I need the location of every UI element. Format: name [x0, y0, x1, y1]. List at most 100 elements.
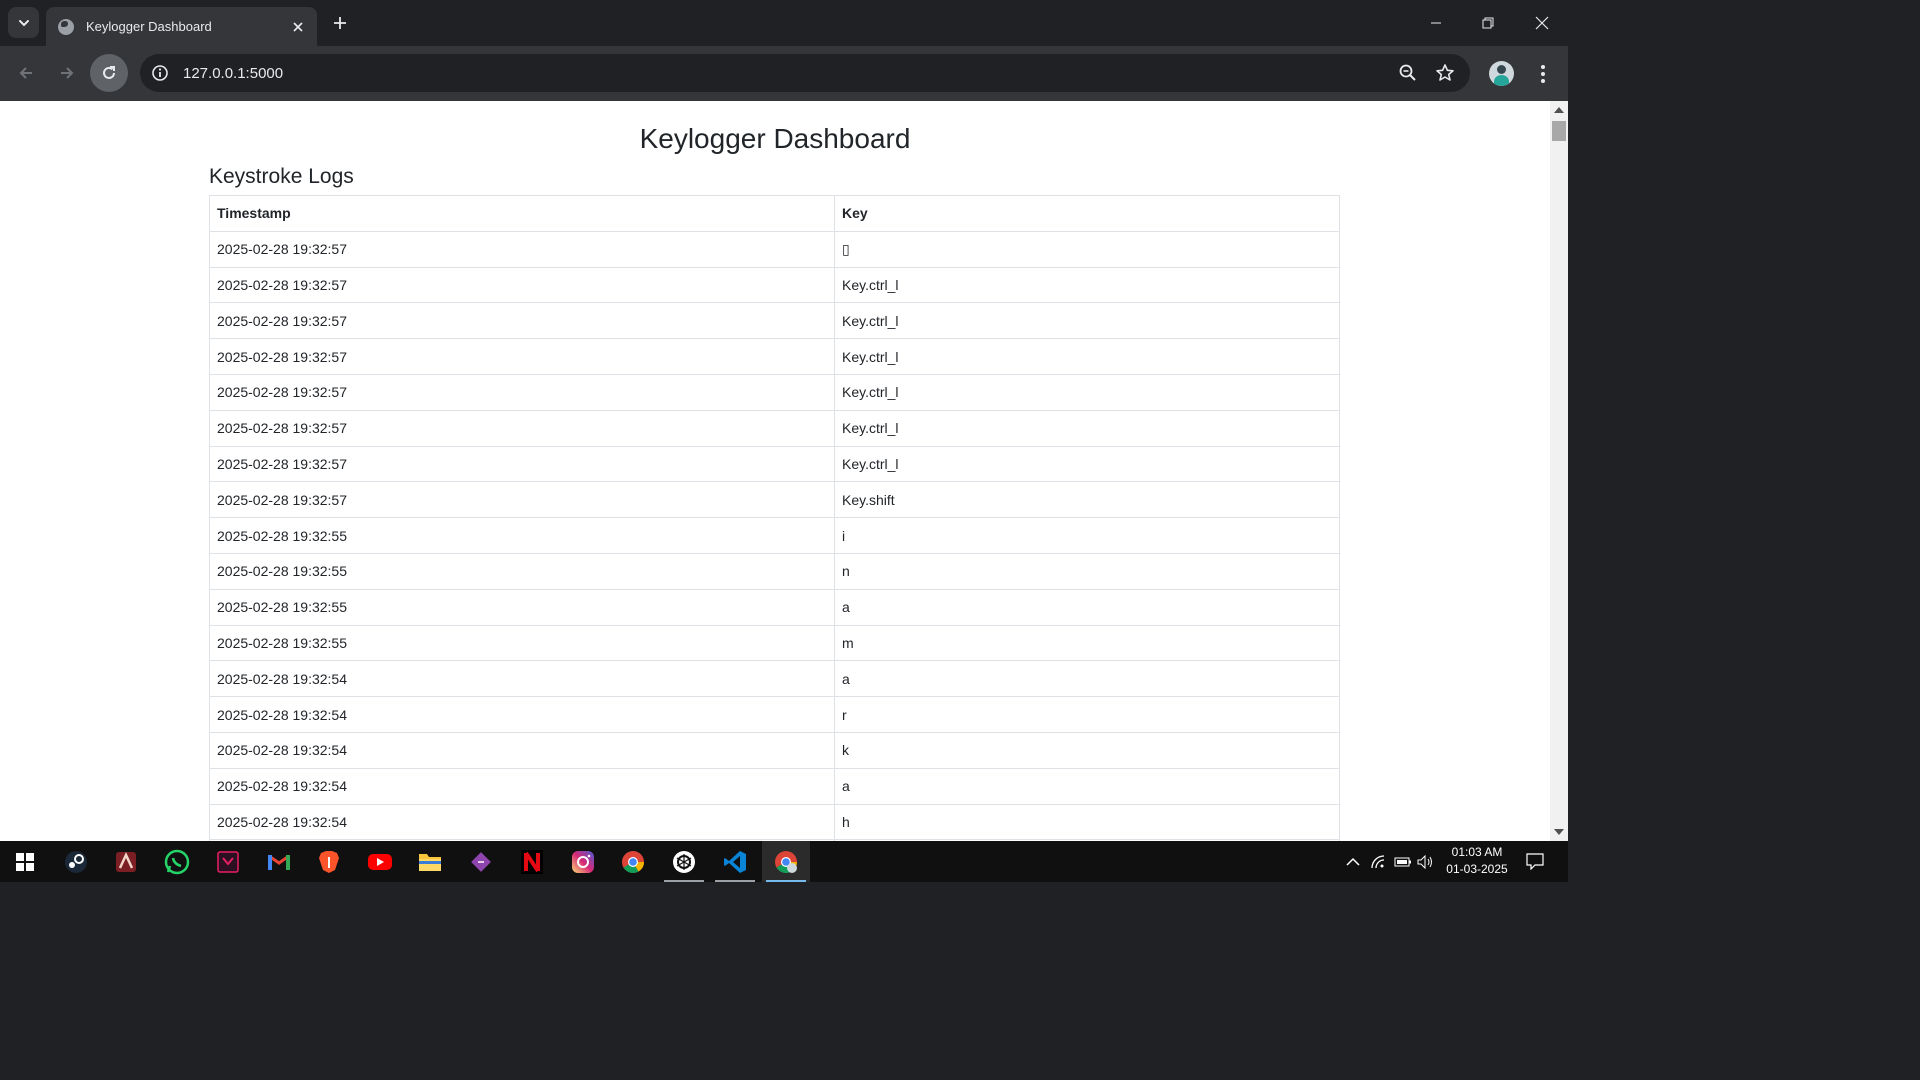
table-row: 2025-02-28 19:32:57 Key.ctrl_l — [209, 373, 1340, 411]
page-scrollbar[interactable] — [1550, 101, 1568, 841]
key-cell: ▯ — [834, 230, 1340, 268]
taskbar-steam[interactable] — [52, 841, 100, 882]
minimize-icon — [1431, 22, 1441, 24]
taskbar-whatsapp[interactable] — [153, 841, 201, 882]
notification-icon — [1526, 853, 1544, 870]
table-row: 2025-02-28 19:32:54 h — [209, 803, 1340, 841]
arrow-right-icon — [61, 67, 74, 79]
timestamp-cell: 2025-02-28 19:32:57 — [209, 230, 835, 268]
taskbar-chatgpt[interactable] — [660, 841, 708, 882]
timestamp-cell: 2025-02-28 19:32:57 — [209, 481, 835, 519]
browser-menu-button[interactable] — [1532, 63, 1554, 85]
info-icon[interactable] — [151, 64, 169, 82]
taskbar-gmail[interactable] — [255, 841, 303, 882]
taskbar-brave[interactable] — [305, 841, 353, 882]
new-tab-button[interactable] — [326, 9, 354, 37]
table-row: 2025-02-28 19:32:54 a — [209, 660, 1340, 698]
clock-time: 01:03 AM — [1451, 845, 1503, 859]
reload-button[interactable] — [90, 54, 128, 92]
scroll-down-icon[interactable] — [1554, 829, 1564, 835]
table-row: 2025-02-28 19:32:57 Key.ctrl_l — [209, 302, 1340, 340]
taskbar-code-app[interactable] — [457, 841, 505, 882]
table-row: 2025-02-28 19:32:55 a — [209, 588, 1340, 626]
table-header-row: Timestamp Key — [209, 195, 1340, 232]
chevron-down-icon — [18, 19, 29, 26]
scrollbar-thumb[interactable] — [1552, 121, 1566, 141]
gmail-icon — [268, 854, 290, 870]
forward-button[interactable] — [48, 54, 86, 92]
key-cell: Key.ctrl_l — [834, 409, 1340, 447]
brave-icon — [319, 850, 339, 873]
key-cell: k — [834, 731, 1340, 769]
table-row: 2025-02-28 19:32:55 m — [209, 624, 1340, 662]
tray-overflow-button[interactable] — [1342, 841, 1364, 882]
youtube-icon — [368, 853, 392, 870]
browser-tab[interactable]: Keylogger Dashboard — [46, 7, 317, 46]
key-cell: Key.ctrl_l — [834, 266, 1340, 304]
taskbar-netflix[interactable] — [508, 841, 556, 882]
windows-logo-icon — [16, 852, 34, 871]
taskbar-vscode[interactable] — [711, 841, 759, 882]
key-cell: n — [834, 552, 1340, 590]
taskbar-file-explorer[interactable] — [406, 841, 454, 882]
minimize-button[interactable] — [1410, 0, 1462, 46]
key-cell: a — [834, 660, 1340, 698]
close-window-button[interactable] — [1516, 0, 1568, 46]
url-text[interactable]: 127.0.0.1:5000 — [183, 65, 1396, 82]
folder-icon — [419, 853, 441, 871]
taskbar-clock[interactable]: 01:03 AM 01-03-2025 — [1436, 844, 1518, 878]
table-row: 2025-02-28 19:32:57 Key.ctrl_l — [209, 338, 1340, 375]
restore-button[interactable] — [1462, 0, 1514, 46]
diamond-app-icon — [471, 851, 491, 872]
table-row: 2025-02-28 19:32:57 Key.ctrl_l — [209, 445, 1340, 483]
windows-start-button[interactable] — [1, 841, 49, 882]
table-row: 2025-02-28 19:32:54 a — [209, 767, 1340, 805]
whatsapp-icon — [164, 849, 190, 874]
column-header-timestamp: Timestamp — [209, 195, 835, 232]
battery-icon — [1394, 857, 1411, 866]
taskbar-chrome[interactable] — [609, 841, 657, 882]
tray-volume[interactable] — [1415, 841, 1437, 882]
zoom-icon[interactable] — [1396, 61, 1420, 85]
page-viewport: Keylogger Dashboard Keystroke Logs Times… — [0, 101, 1550, 841]
tray-wifi[interactable] — [1368, 841, 1390, 882]
tab-search-button[interactable] — [8, 7, 39, 38]
restore-icon — [1482, 17, 1494, 29]
key-cell: m — [834, 624, 1340, 662]
timestamp-cell: 2025-02-28 19:32:55 — [209, 552, 835, 590]
windows-taskbar: 01:03 AM 01-03-2025 — [0, 841, 1568, 882]
scroll-up-icon[interactable] — [1554, 107, 1564, 113]
tray-battery[interactable] — [1392, 841, 1414, 882]
taskbar-youtube[interactable] — [356, 841, 404, 882]
column-header-key: Key — [834, 195, 1340, 232]
key-cell: Key.ctrl_l — [834, 302, 1340, 340]
table-row: 2025-02-28 19:32:54 r — [209, 696, 1340, 733]
speaker-icon — [1417, 854, 1432, 869]
notification-center-button[interactable] — [1520, 841, 1550, 882]
key-cell: Key.ctrl_l — [834, 338, 1340, 375]
vscode-icon — [724, 850, 746, 873]
reload-icon — [103, 66, 115, 79]
timestamp-cell: 2025-02-28 19:32:54 — [209, 803, 835, 841]
profile-avatar[interactable] — [1489, 61, 1514, 86]
timestamp-cell: 2025-02-28 19:32:57 — [209, 338, 835, 375]
close-tab-icon[interactable] — [289, 18, 307, 36]
taskbar-game[interactable] — [102, 841, 150, 882]
bookmark-star-icon[interactable] — [1433, 61, 1457, 85]
wifi-icon — [1371, 854, 1385, 868]
steam-icon — [65, 850, 87, 873]
table-row: 2025-02-28 19:32:54 k — [209, 731, 1340, 769]
tab-title: Keylogger Dashboard — [86, 19, 212, 34]
taskbar-instagram[interactable] — [559, 841, 607, 882]
browser-toolbar: 127.0.0.1:5000 — [0, 46, 1568, 101]
key-cell: Key.shift — [834, 481, 1340, 519]
key-cell: h — [834, 803, 1340, 841]
back-button[interactable] — [7, 54, 45, 92]
recorder-icon — [217, 850, 239, 873]
timestamp-cell: 2025-02-28 19:32:54 — [209, 696, 835, 733]
taskbar-chrome-active[interactable] — [762, 841, 810, 882]
address-bar[interactable]: 127.0.0.1:5000 — [140, 54, 1470, 92]
timestamp-cell: 2025-02-28 19:32:54 — [209, 767, 835, 805]
taskbar-recorder[interactable] — [204, 841, 252, 882]
chatgpt-icon — [673, 850, 695, 873]
